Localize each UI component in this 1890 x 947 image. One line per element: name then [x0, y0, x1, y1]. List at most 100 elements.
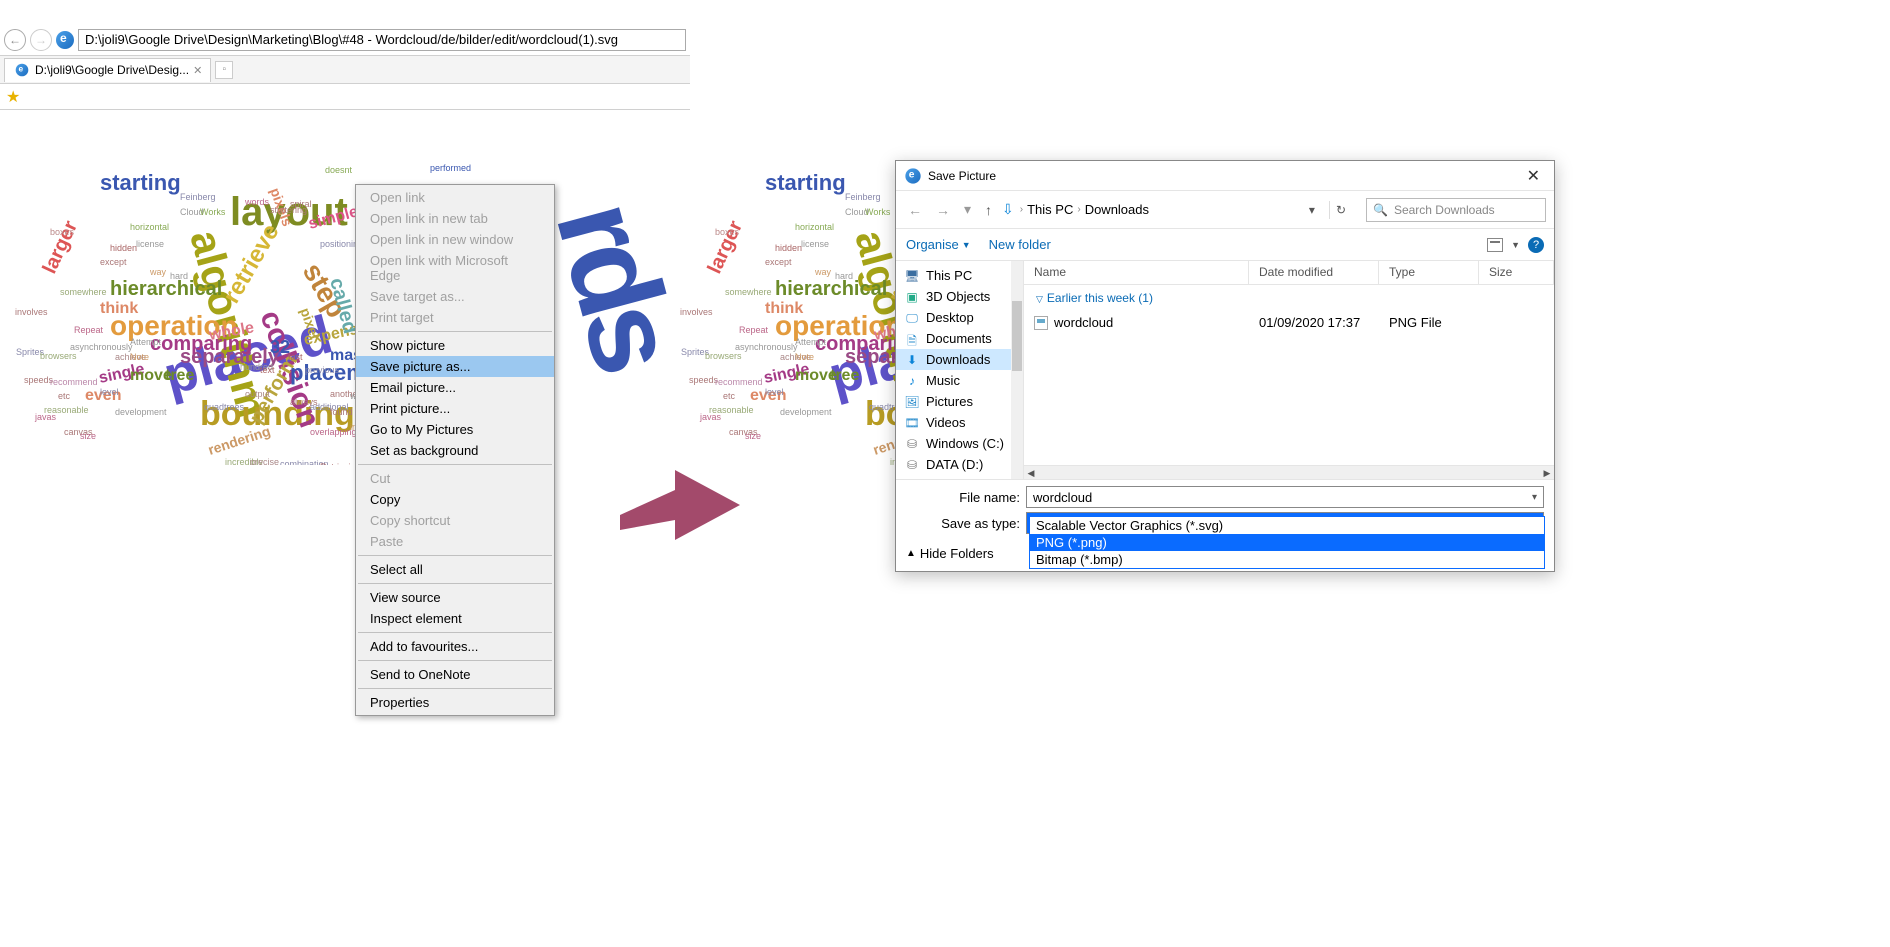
breadcrumb[interactable]: › This PC › Downloads — [1020, 202, 1149, 217]
tab-active[interactable]: D:\joli9\Google Drive\Desig... ✕ — [4, 58, 211, 82]
ctx-cut: Cut — [356, 468, 554, 489]
svg-text:hard: hard — [170, 271, 188, 281]
svg-text:Repeat: Repeat — [74, 325, 104, 335]
tree-documents[interactable]: 🗎Documents — [896, 328, 1023, 349]
ctx-properties[interactable]: Properties — [356, 692, 554, 713]
tab-title: D:\joli9\Google Drive\Desig... — [35, 63, 189, 77]
svg-text:starting: starting — [100, 170, 181, 195]
ctx-email-picture[interactable]: Email picture... — [356, 377, 554, 398]
ctx-send-to-onenote[interactable]: Send to OneNote — [356, 664, 554, 685]
ctx-select-all[interactable]: Select all — [356, 559, 554, 580]
ie-icon — [56, 31, 74, 49]
file-group-header[interactable]: ▽Earlier this week (1) — [1024, 285, 1554, 311]
file-pane: Name Date modified Type Size ▽Earlier th… — [1024, 261, 1554, 479]
hide-folders-button[interactable]: ▲Hide Folders — [906, 546, 994, 561]
svg-text:asynchronously: asynchronously — [735, 342, 798, 352]
dialog-close-icon[interactable]: ✕ — [1521, 166, 1546, 186]
svg-text:javas: javas — [34, 412, 57, 422]
ctx-inspect-element[interactable]: Inspect element — [356, 608, 554, 629]
type-option[interactable]: Bitmap (*.bmp) — [1030, 551, 1544, 568]
new-tab-button[interactable]: ▫ — [215, 61, 233, 79]
tree-windows-c-[interactable]: ⛁Windows (C:) — [896, 433, 1023, 454]
ctx-set-as-background[interactable]: Set as background — [356, 440, 554, 461]
svg-text:performed: performed — [430, 163, 471, 173]
svg-text:fast: fast — [288, 352, 303, 362]
search-placeholder: Search Downloads — [1394, 203, 1495, 217]
tree-music[interactable]: ♪Music — [896, 370, 1023, 391]
svg-text:Attempt: Attempt — [130, 337, 162, 347]
nav-up-icon[interactable]: ↑ — [981, 200, 996, 220]
svg-text:hidden: hidden — [110, 243, 137, 253]
tree-desktop[interactable]: 🖵Desktop — [896, 307, 1023, 328]
svg-text:hard: hard — [835, 271, 853, 281]
save-picture-dialog: Save Picture ✕ ← → ▾ ↑ ⇩ › This PC › Dow… — [895, 160, 1555, 572]
tree-videos[interactable]: 🎞Videos — [896, 412, 1023, 433]
organise-button[interactable]: Organise ▼ — [906, 237, 971, 252]
svg-text:think: think — [100, 300, 138, 317]
ie-window: ← → D:\joli9\Google Drive\Design\Marketi… — [0, 24, 690, 104]
svg-text:somewhere: somewhere — [725, 287, 772, 297]
svg-text:output: output — [245, 389, 271, 399]
type-option[interactable]: Scalable Vector Graphics (*.svg) — [1030, 517, 1544, 534]
tab-ie-icon — [16, 64, 29, 77]
savetype-dropdown-list[interactable]: Scalable Vector Graphics (*.svg)PNG (*.p… — [1029, 516, 1545, 569]
col-name[interactable]: Name — [1024, 261, 1249, 284]
svg-text:horizontal: horizontal — [130, 222, 169, 232]
ctx-show-picture[interactable]: Show picture — [356, 335, 554, 356]
tree-3d-objects[interactable]: ▣3D Objects — [896, 286, 1023, 307]
tree-downloads[interactable]: ⬇Downloads — [896, 349, 1023, 370]
col-size[interactable]: Size — [1479, 261, 1554, 284]
dialog-nav: ← → ▾ ↑ ⇩ › This PC › Downloads ▾ ↻ 🔍 Se… — [896, 191, 1554, 229]
svg-text:etc: etc — [58, 391, 71, 401]
downloads-arrow-icon: ⇩ — [1002, 201, 1014, 218]
tab-strip: D:\joli9\Google Drive\Desig... ✕ ▫ — [0, 56, 690, 84]
column-headers[interactable]: Name Date modified Type Size — [1024, 261, 1554, 285]
search-input[interactable]: 🔍 Search Downloads — [1366, 198, 1546, 222]
svg-text:level: level — [765, 387, 784, 397]
file-row[interactable]: wordcloud01/09/2020 17:37PNG File — [1024, 311, 1554, 334]
ctx-view-source[interactable]: View source — [356, 587, 554, 608]
ctx-save-picture-as[interactable]: Save picture as... — [356, 356, 554, 377]
favorites-star-icon[interactable]: ★ — [6, 87, 20, 107]
nav-back-icon[interactable]: ← — [904, 200, 926, 220]
col-type[interactable]: Type — [1379, 261, 1479, 284]
nav-recent-icon[interactable]: ▾ — [960, 199, 975, 220]
svg-text:Works: Works — [200, 207, 226, 217]
svg-text:except: except — [765, 257, 792, 267]
svg-text:move: move — [130, 367, 172, 384]
filename-label: File name: — [896, 490, 1026, 505]
favorites-bar: ★ — [0, 84, 690, 110]
refresh-icon[interactable]: ↻ — [1329, 201, 1352, 219]
svg-text:asynchronously: asynchronously — [70, 342, 133, 352]
svg-text:way: way — [814, 267, 832, 277]
view-options-icon[interactable] — [1487, 238, 1503, 252]
ctx-copy[interactable]: Copy — [356, 489, 554, 510]
svg-text:stuttering: stuttering — [270, 205, 307, 215]
tree-pictures[interactable]: 🖼Pictures — [896, 391, 1023, 412]
help-icon[interactable]: ? — [1528, 237, 1544, 253]
ctx-add-to-favourites[interactable]: Add to favourites... — [356, 636, 554, 657]
type-option[interactable]: PNG (*.png) — [1030, 534, 1544, 551]
tree-scrollbar[interactable] — [1011, 261, 1023, 479]
ctx-print-picture[interactable]: Print picture... — [356, 398, 554, 419]
svg-text:hidden: hidden — [775, 243, 802, 253]
address-bar[interactable]: D:\joli9\Google Drive\Design\Marketing\B… — [78, 29, 686, 51]
svg-text:size: size — [745, 431, 761, 441]
tree-data-d-[interactable]: ⛁DATA (D:) — [896, 454, 1023, 475]
back-button[interactable]: ← — [4, 29, 26, 51]
filename-input[interactable]: wordcloud▾ — [1026, 486, 1544, 508]
col-date[interactable]: Date modified — [1249, 261, 1379, 284]
svg-text:size: size — [80, 431, 96, 441]
folder-tree[interactable]: 🖥This PC▣3D Objects🖵Desktop🗎Documents⬇Do… — [896, 261, 1024, 479]
breadcrumb-dropdown-icon[interactable]: ▾ — [1305, 201, 1319, 219]
forward-button[interactable]: → — [30, 29, 52, 51]
file-hscrollbar[interactable]: ◀▶ — [1024, 465, 1554, 479]
new-folder-button[interactable]: New folder — [989, 237, 1051, 252]
ctx-go-to-my-pictures[interactable]: Go to My Pictures — [356, 419, 554, 440]
dialog-titlebar: Save Picture ✕ — [896, 161, 1554, 191]
svg-text:javas: javas — [699, 412, 722, 422]
tree-this-pc[interactable]: 🖥This PC — [896, 265, 1023, 286]
svg-text:found: found — [330, 407, 353, 417]
nav-forward-icon[interactable]: → — [932, 200, 954, 220]
tab-close-icon[interactable]: ✕ — [193, 64, 202, 77]
